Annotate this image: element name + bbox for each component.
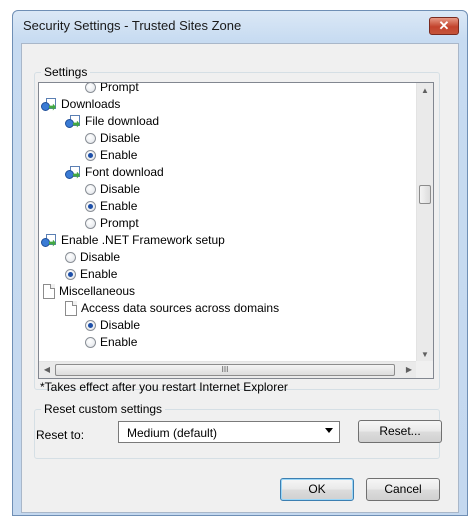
tree-item-label: Disable [80,250,121,264]
group-row: Miscellaneous [43,283,135,300]
radio-option-row[interactable]: Disable [85,317,140,334]
tree-item-label: Miscellaneous [59,284,136,298]
ok-button[interactable]: OK [280,478,354,501]
horizontal-scrollbar[interactable]: ◀ III ▶ [39,361,417,378]
radio-unchecked-icon[interactable] [65,252,76,263]
radio-checked-icon[interactable] [85,320,96,331]
vertical-scrollbar[interactable]: ▲ ▼ [416,83,433,363]
scrollbar-corner [416,361,433,378]
tree-item-label: Enable [100,335,138,349]
tree-item-label: Enable .NET Framework setup [61,233,225,247]
reset-to-label: Reset to: [36,428,85,442]
setting-row: File download [65,113,159,130]
settings-icon [65,165,81,180]
horizontal-scroll-thumb[interactable]: III [55,364,395,376]
tree-item-label: Prompt [100,216,139,230]
radio-option-row[interactable]: Disable [85,181,140,198]
radio-unchecked-icon[interactable] [85,218,96,229]
title-bar: Security Settings - Trusted Sites Zone ✕ [13,11,467,41]
radio-option-row[interactable]: Prompt [85,83,139,96]
setting-row: Downloads [41,96,120,113]
radio-option-row[interactable]: Prompt [85,215,139,232]
settings-group-label: Settings [41,65,91,79]
reset-group-label: Reset custom settings [41,402,166,416]
settings-icon [41,97,57,112]
tree-item-label: Disable [100,182,141,196]
setting-row: Enable .NET Framework setup [41,232,225,249]
tree-item-label: Enable [100,199,138,213]
cancel-button[interactable]: Cancel [366,478,440,501]
radio-option-row[interactable]: Enable [85,334,137,351]
setting-row: Font download [65,164,164,181]
tree-item-label: Font download [85,165,164,179]
radio-option-row[interactable]: Enable [85,147,137,164]
radio-unchecked-icon[interactable] [85,133,96,144]
tree-item-label: Downloads [61,97,121,111]
reset-button[interactable]: Reset... [358,420,442,443]
settings-icon [65,114,81,129]
scroll-up-arrow-icon[interactable]: ▲ [417,83,433,99]
chevron-down-icon [325,428,333,433]
radio-unchecked-icon[interactable] [85,83,96,93]
reset-level-dropdown[interactable]: Medium (default) [118,421,340,443]
reset-level-value: Medium (default) [127,426,218,440]
document-icon [43,284,55,299]
radio-checked-icon[interactable] [85,201,96,212]
window-title: Security Settings - Trusted Sites Zone [23,18,242,33]
tree-item-label: Access data sources across domains [81,301,280,315]
radio-unchecked-icon[interactable] [85,337,96,348]
security-settings-dialog: Security Settings - Trusted Sites Zone ✕… [12,10,468,516]
scroll-left-arrow-icon[interactable]: ◀ [39,362,55,378]
close-button[interactable]: ✕ [429,17,459,35]
dialog-body: Settings Prompt Downloads File download Dis… [21,43,459,513]
radio-option-row[interactable]: Enable [85,198,137,215]
radio-option-row[interactable]: Disable [65,249,120,266]
settings-tree[interactable]: Prompt Downloads File download Disable Enabl… [38,82,434,379]
tree-item-label: File download [85,114,160,128]
restart-note: *Takes effect after you restart Internet… [40,380,288,394]
radio-option-row[interactable]: Enable [65,266,117,283]
settings-icon [41,233,57,248]
tree-item-label: Disable [100,131,141,145]
settings-tree-content: Prompt Downloads File download Disable Enabl… [39,83,417,363]
tree-item-label: Enable [100,148,138,162]
scroll-right-arrow-icon[interactable]: ▶ [401,362,417,378]
tree-item-label: Disable [100,318,141,332]
radio-unchecked-icon[interactable] [85,184,96,195]
tree-item-label: Prompt [100,83,139,94]
vertical-scroll-thumb[interactable] [419,185,431,204]
radio-checked-icon[interactable] [65,269,76,280]
radio-option-row[interactable]: Disable [85,130,140,147]
tree-item-label: Enable [80,267,118,281]
radio-checked-icon[interactable] [85,150,96,161]
document-icon [65,301,77,316]
group-row: Access data sources across domains [65,300,279,317]
